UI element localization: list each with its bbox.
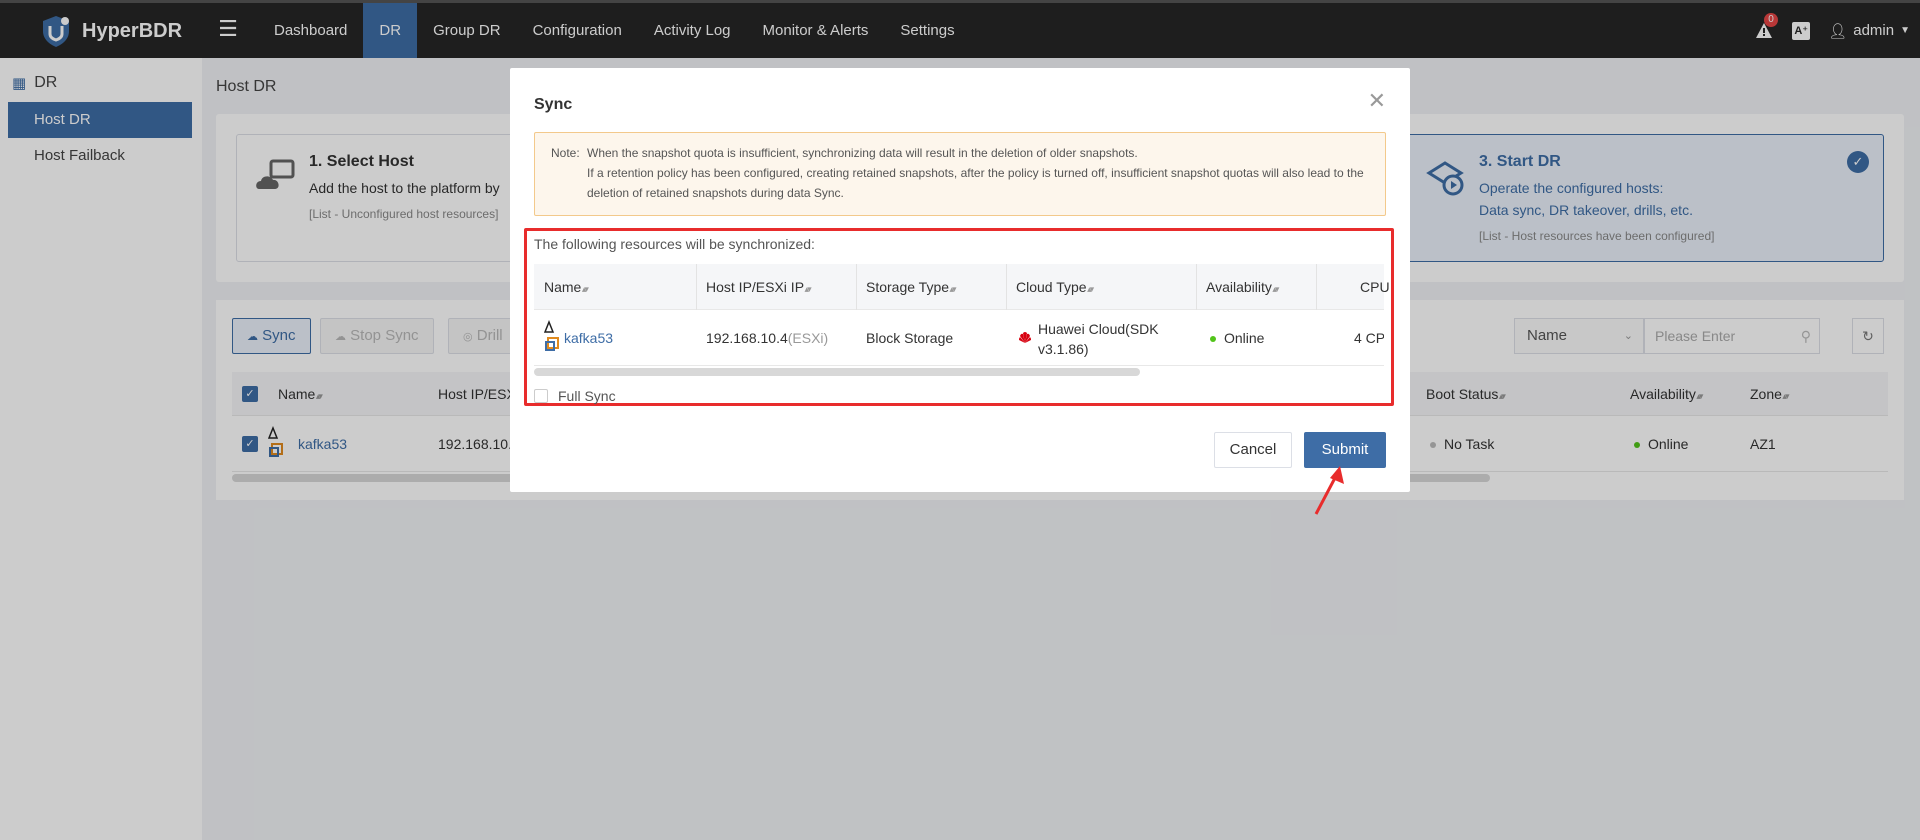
resources-label: The following resources will be synchron… [534,236,815,252]
huawei-logo-icon [1019,332,1031,343]
m-row-cpu: 4 CP [1354,330,1384,346]
note-line-2: If a retention policy has been configure… [587,166,1364,200]
table-row: kafka53 192.168.10.4(ESXi) Block Storage… [534,310,1384,366]
column-divider [696,264,697,310]
dialog-title: Sync [534,96,573,113]
modal-horizontal-scrollbar[interactable] [534,368,1140,376]
full-sync-label: Full Sync [558,388,616,404]
m-row-availability: Online [1210,330,1264,346]
m-col-availability[interactable]: Availability [1206,279,1277,295]
note-line-1: When the snapshot quota is insufficient,… [587,146,1138,160]
m-row-ip-suffix: (ESXi) [787,330,829,346]
m-col-name[interactable]: Name [544,279,587,295]
column-divider [1006,264,1007,310]
resource-table-header: Name Host IP/ESXi IP Storage Type Cloud … [534,264,1390,310]
online-dot [1210,336,1216,343]
m-row-storage: Block Storage [866,330,954,346]
annotation-arrow-icon [1314,466,1344,515]
column-divider [1316,264,1317,310]
column-divider [856,264,857,310]
submit-button[interactable]: Submit [1304,432,1386,468]
m-col-cpu[interactable]: CPU [1360,279,1390,295]
m-row-cloud: Huawei Cloud(SDK v3.1.86) [1038,319,1159,359]
m-row-host-ip: 192.168.10.4(ESXi) [706,330,828,346]
m-row-ip-text: 192.168.10.4 [706,330,788,346]
note-label: Note: [551,146,580,160]
linux-vm-icon [544,320,559,351]
snapshot-note: Note: When the snapshot quota is insuffi… [534,132,1386,216]
m-row-cloud-line-2: v3.1.86) [1038,341,1089,357]
note-text: When the snapshot quota is insufficient,… [587,143,1377,203]
close-icon[interactable]: ✕ [1368,88,1386,114]
m-col-host-ip[interactable]: Host IP/ESXi IP [706,279,810,295]
full-sync-checkbox[interactable] [534,389,548,403]
m-col-cloud-type[interactable]: Cloud Type [1016,279,1092,295]
cancel-button[interactable]: Cancel [1214,432,1292,468]
m-row-availability-text: Online [1224,330,1265,346]
full-sync-option[interactable]: Full Sync [534,388,616,404]
column-divider [1196,264,1197,310]
m-row-name-link[interactable]: kafka53 [564,330,613,346]
m-col-storage-type[interactable]: Storage Type [866,279,955,295]
m-row-cloud-line-1: Huawei Cloud(SDK [1038,321,1159,337]
sync-dialog: Sync ✕ Note: When the snapshot quota is … [510,68,1410,492]
